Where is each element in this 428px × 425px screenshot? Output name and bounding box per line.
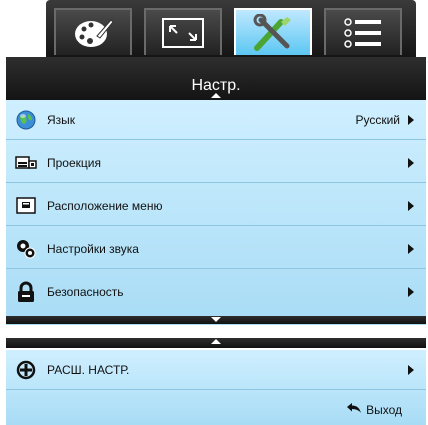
language-value: Русский xyxy=(355,113,400,127)
menu-title-bar: Настр. xyxy=(6,57,426,100)
settings-menu: Язык Русский Проекция Расположение меню xyxy=(6,100,426,325)
scroll-down-bar[interactable] xyxy=(6,316,426,324)
plus-circle-icon xyxy=(16,360,36,380)
lock-icon xyxy=(18,281,34,302)
scroll-up-indicator xyxy=(211,339,221,344)
scroll-up-bar[interactable] xyxy=(6,338,426,348)
chevron-right-icon xyxy=(408,244,414,254)
chevron-right-icon xyxy=(408,365,414,375)
menu-item-advanced[interactable]: РАСШ. НАСТР. xyxy=(6,350,426,390)
chevron-right-icon xyxy=(408,115,414,125)
menu-item-label: РАСШ. НАСТР. xyxy=(47,363,130,377)
scroll-up-indicator xyxy=(211,93,221,98)
menu-item-label: Безопасность xyxy=(47,285,124,299)
chevron-right-icon xyxy=(408,158,414,168)
menu-item-label: Язык xyxy=(47,113,76,127)
menu-item-label: Проекция xyxy=(47,156,101,170)
menu-item-language[interactable]: Язык Русский xyxy=(6,100,426,140)
chevron-right-icon xyxy=(408,201,414,211)
globe-icon xyxy=(16,110,36,130)
menu-location-icon xyxy=(16,197,36,214)
menu-item-projection[interactable]: Проекция xyxy=(6,143,426,183)
tab-setup[interactable] xyxy=(234,8,312,55)
tab-options[interactable] xyxy=(324,8,402,55)
audio-settings-icon xyxy=(17,240,36,259)
exit-label: Выход xyxy=(366,403,402,417)
menu-item-menu-location[interactable]: Расположение меню xyxy=(6,186,426,226)
projection-icon xyxy=(15,156,37,169)
tab-image[interactable] xyxy=(54,8,132,55)
tools-icon xyxy=(253,13,291,51)
fullscreen-icon xyxy=(162,17,204,48)
menu-item-security[interactable]: Безопасность xyxy=(6,272,426,312)
menu-item-label: Настройки звука xyxy=(47,242,139,256)
chevron-right-icon xyxy=(408,287,414,297)
exit-button[interactable]: Выход xyxy=(347,403,402,417)
tab-bar xyxy=(46,0,416,57)
advanced-panel: РАСШ. НАСТР. Выход xyxy=(6,350,426,425)
menu-item-audio-settings[interactable]: Настройки звука xyxy=(6,229,426,269)
back-arrow-icon xyxy=(347,403,362,413)
scroll-down-indicator xyxy=(211,317,221,322)
menu-item-label: Расположение меню xyxy=(47,199,163,213)
list-icon xyxy=(344,17,381,48)
tab-display[interactable] xyxy=(144,8,222,55)
palette-icon xyxy=(75,18,113,47)
